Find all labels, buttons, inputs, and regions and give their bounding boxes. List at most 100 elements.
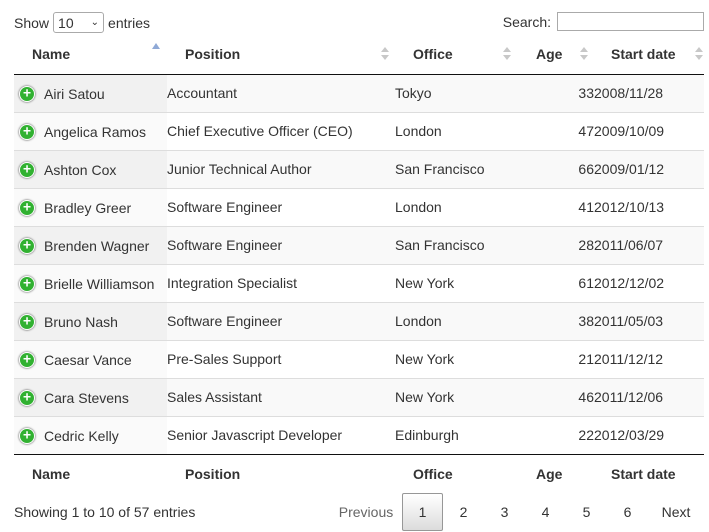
position-cell: Sales Assistant (167, 377, 395, 416)
plus-circle-icon[interactable]: + (19, 161, 35, 178)
table-row[interactable]: + Cara Stevens Sales Assistant New York 46 20… (14, 377, 704, 416)
start-date-cell: 2011/05/03 (594, 301, 704, 340)
name-cell[interactable]: + Angelica Ramos (14, 111, 167, 150)
table-footer: Name Position Office Age Start date (14, 453, 704, 494)
sort-icon (580, 47, 588, 63)
age-cell: 21 (517, 339, 594, 378)
column-header-position[interactable]: Position (167, 36, 395, 75)
name-cell[interactable]: + Bradley Greer (14, 187, 167, 226)
position-cell: Chief Executive Officer (CEO) (167, 111, 395, 150)
search-input[interactable] (557, 12, 704, 31)
table-row[interactable]: + Ashton Cox Junior Technical Author San Fr… (14, 149, 704, 188)
office-cell: Edinburgh (395, 415, 517, 454)
employee-name: Airi Satou (44, 85, 105, 102)
employee-name: Ashton Cox (44, 161, 117, 178)
sort-icon (503, 47, 511, 63)
plus-circle-icon[interactable]: + (19, 351, 35, 368)
column-header-office[interactable]: Office (395, 36, 517, 75)
plus-circle-icon[interactable]: + (19, 85, 35, 102)
position-cell: Software Engineer (167, 301, 395, 340)
office-cell: New York (395, 377, 517, 416)
table-row[interactable]: + Bradley Greer Software Engineer London 41 2… (14, 187, 704, 226)
table-toolbar: Show 10 ⌄ entries Search: (14, 12, 704, 34)
plus-circle-icon[interactable]: + (19, 123, 35, 140)
chevron-down-icon: ⌄ (90, 17, 100, 28)
entries-per-page-value: 10 (58, 14, 74, 31)
age-cell: 66 (517, 149, 594, 188)
search-label: Search: (502, 13, 551, 30)
page-button[interactable]: 6 (607, 493, 648, 531)
plus-circle-icon[interactable]: + (19, 313, 35, 330)
age-cell: 33 (517, 74, 594, 112)
name-cell[interactable]: + Cedric Kelly (14, 415, 167, 454)
page-button[interactable]: 5 (566, 493, 607, 531)
name-cell[interactable]: + Caesar Vance (14, 339, 167, 378)
start-date-cell: 2011/06/07 (594, 225, 704, 264)
plus-circle-icon[interactable]: + (19, 389, 35, 406)
start-date-cell: 2011/12/12 (594, 339, 704, 378)
next-page-button[interactable]: Next (648, 493, 704, 531)
column-header-label: Age (536, 46, 563, 62)
previous-page-button[interactable]: Previous (330, 493, 402, 531)
position-cell: Integration Specialist (167, 263, 395, 302)
footer-label-name: Name (14, 453, 167, 494)
office-cell: London (395, 301, 517, 340)
employee-name: Caesar Vance (44, 351, 132, 368)
age-cell: 41 (517, 187, 594, 226)
age-cell: 47 (517, 111, 594, 150)
table-row[interactable]: + Brenden Wagner Software Engineer San Fran… (14, 225, 704, 264)
start-date-cell: 2011/12/06 (594, 377, 704, 416)
name-cell[interactable]: + Ashton Cox (14, 149, 167, 188)
length-menu: Show 10 ⌄ entries (14, 12, 150, 33)
position-cell: Junior Technical Author (167, 149, 395, 188)
page-button[interactable]: 4 (525, 493, 566, 531)
office-cell: San Francisco (395, 149, 517, 188)
footer-label-start-date: Start date (594, 453, 704, 494)
start-date-cell: 2008/11/28 (594, 74, 704, 112)
name-cell[interactable]: + Brenden Wagner (14, 225, 167, 264)
table-row[interactable]: + Caesar Vance Pre-Sales Support New York 21… (14, 339, 704, 378)
table-row[interactable]: + Brielle Williamson Integration Specialis… (14, 263, 704, 302)
name-cell[interactable]: + Cara Stevens (14, 377, 167, 416)
page-button[interactable]: 3 (484, 493, 525, 531)
entries-per-page-select[interactable]: 10 ⌄ (53, 12, 105, 33)
search-filter: Search: (503, 12, 704, 31)
plus-circle-icon[interactable]: + (19, 275, 35, 292)
page-button[interactable]: 2 (443, 493, 484, 531)
table-row[interactable]: + Cedric Kelly Senior Javascript Developer… (14, 415, 704, 454)
table-header: Name Position Office Age Start date (14, 36, 704, 75)
column-header-start-date[interactable]: Start date (594, 36, 704, 75)
name-cell[interactable]: + Brielle Williamson (14, 263, 167, 302)
office-cell: New York (395, 263, 517, 302)
page-button[interactable]: 1 (402, 493, 443, 531)
position-cell: Pre-Sales Support (167, 339, 395, 378)
plus-circle-icon[interactable]: + (19, 199, 35, 216)
column-header-age[interactable]: Age (517, 36, 594, 75)
name-cell[interactable]: + Airi Satou (14, 74, 167, 112)
column-header-label: Name (32, 46, 71, 62)
employee-name: Bradley Greer (44, 199, 132, 216)
sort-ascending-icon (152, 43, 160, 49)
table-body: + Airi Satou Accountant Tokyo 33 2008/11/28 + A… (14, 74, 704, 454)
column-header-name[interactable]: Name (14, 36, 167, 75)
data-table: Name Position Office Age Start date + Air… (14, 36, 704, 494)
position-cell: Software Engineer (167, 225, 395, 264)
employee-name: Cara Stevens (44, 389, 129, 406)
sort-icon (381, 47, 389, 63)
column-header-label: Office (413, 46, 453, 62)
plus-circle-icon[interactable]: + (19, 427, 35, 444)
column-header-label: Position (185, 46, 241, 62)
table-footer-controls: Showing 1 to 10 of 57 entries Previous 1… (14, 492, 704, 532)
office-cell: London (395, 111, 517, 150)
footer-label-office: Office (395, 453, 517, 494)
table-row[interactable]: + Airi Satou Accountant Tokyo 33 2008/11/28 (14, 74, 704, 112)
column-header-label: Start date (611, 46, 676, 62)
name-cell[interactable]: + Bruno Nash (14, 301, 167, 340)
plus-circle-icon[interactable]: + (19, 237, 35, 254)
footer-label-age: Age (517, 453, 594, 494)
employee-name: Brielle Williamson (44, 275, 155, 292)
table-row[interactable]: + Bruno Nash Software Engineer London 38 2011… (14, 301, 704, 340)
age-cell: 28 (517, 225, 594, 264)
table-row[interactable]: + Angelica Ramos Chief Executive Officer (… (14, 111, 704, 150)
age-cell: 22 (517, 415, 594, 454)
